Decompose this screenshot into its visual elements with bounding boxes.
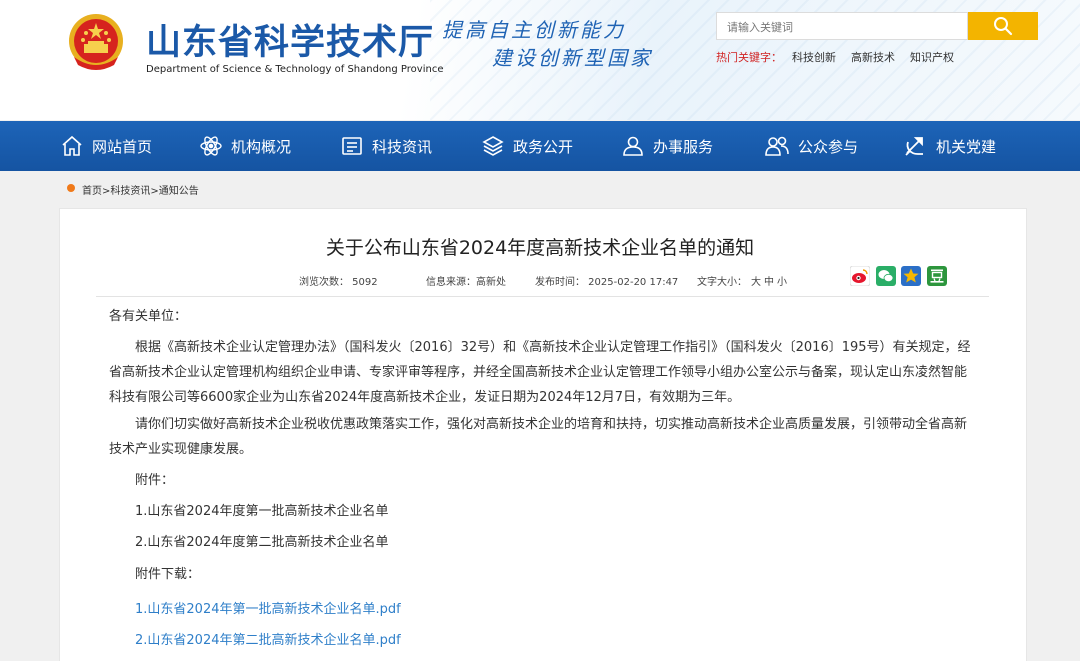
hot-keyword-link[interactable]: 知识产权 bbox=[910, 49, 954, 65]
nav-item-about[interactable]: 机构概况 bbox=[199, 121, 291, 171]
hot-keyword-link[interactable]: 高新技术 bbox=[851, 49, 895, 65]
breadcrumb[interactable]: 首页>科技资讯>通知公告 bbox=[82, 182, 199, 197]
search-input[interactable]: 请输入关键词 bbox=[716, 12, 968, 40]
nav-item-label: 政务公开 bbox=[513, 137, 574, 156]
breadcrumb-dot-icon bbox=[67, 184, 75, 192]
download-link-batch-1[interactable]: 1.山东省2024年第一批高新技术企业名单.pdf bbox=[135, 598, 401, 617]
article-title: 关于公布山东省2024年度高新技术企业名单的通知 bbox=[325, 237, 755, 259]
nav-item-home[interactable]: 网站首页 bbox=[60, 121, 152, 171]
nav-item-news[interactable]: 科技资讯 bbox=[340, 121, 432, 171]
national-emblem-icon bbox=[69, 14, 123, 70]
search-button[interactable] bbox=[968, 12, 1038, 40]
nav-item-label: 机构概况 bbox=[231, 137, 292, 156]
party-emblem-icon bbox=[905, 137, 923, 156]
hot-keywords-label: 热门关键字： bbox=[716, 51, 782, 64]
wechat-icon[interactable] bbox=[876, 266, 896, 286]
nav-item-public[interactable]: 公众参与 bbox=[764, 121, 858, 171]
nav-item-label: 网站首页 bbox=[92, 137, 153, 156]
slogan-line-1: 提高自主创新能力 bbox=[442, 18, 626, 42]
atom-icon bbox=[200, 136, 222, 156]
nav-item-services[interactable]: 办事服务 bbox=[621, 121, 713, 171]
font-size-label: 文字大小： bbox=[697, 277, 747, 288]
salutation: 各有关单位： bbox=[109, 309, 188, 324]
body-paragraph-2: 请你们切实做好高新技术企业税收优惠政策落实工作，强化对高新技术企业的培育和扶持，… bbox=[109, 417, 968, 457]
attachment-item: 2.山东省2024年度第二批高新技术企业名单 bbox=[135, 535, 389, 550]
people-icon bbox=[765, 136, 789, 156]
slogan-line-2: 建设创新型国家 bbox=[492, 46, 653, 70]
main-nav: 网站首页 机构概况 科技资讯 政务公开 办事服务 公众参与 机关党建 bbox=[0, 121, 1080, 171]
weibo-icon[interactable] bbox=[850, 266, 870, 286]
attachments-label: 附件： bbox=[135, 473, 175, 488]
font-size-medium-button[interactable]: 中 bbox=[764, 273, 774, 288]
site-title: 山东省科学技术厅 bbox=[146, 23, 435, 63]
news-icon bbox=[342, 137, 362, 155]
search-icon bbox=[994, 17, 1013, 36]
body-paragraph-1: 根据《高新技术企业认定管理办法》（国科发火〔2016〕32号）和《高新技术企业认… bbox=[109, 340, 971, 405]
nav-item-label: 办事服务 bbox=[653, 137, 714, 156]
nav-item-gov-affairs[interactable]: 政务公开 bbox=[481, 121, 573, 171]
view-count: 浏览次数： 5092 bbox=[299, 277, 378, 288]
nav-item-party[interactable]: 机关党建 bbox=[902, 121, 996, 171]
nav-item-label: 机关党建 bbox=[936, 137, 997, 156]
layers-icon bbox=[482, 136, 504, 156]
nav-item-label: 公众参与 bbox=[798, 137, 859, 156]
font-size-large-button[interactable]: 大 bbox=[751, 273, 761, 288]
hot-keyword-link[interactable]: 科技创新 bbox=[792, 49, 836, 65]
home-icon bbox=[62, 135, 82, 156]
nav-item-label: 科技资讯 bbox=[372, 137, 433, 156]
site-header: 山东省科学技术厅 Department of Science & Technol… bbox=[0, 0, 1080, 120]
attachment-item: 1.山东省2024年度第一批高新技术企业名单 bbox=[135, 504, 389, 519]
downloads-label: 附件下载： bbox=[135, 567, 201, 582]
qzone-star-icon[interactable] bbox=[901, 266, 921, 286]
service-user-icon bbox=[623, 136, 643, 156]
publish-time: 发布时间： 2025-02-20 17:47 bbox=[535, 277, 679, 288]
douban-icon[interactable] bbox=[927, 266, 947, 286]
article-divider bbox=[96, 296, 989, 297]
download-link-batch-2[interactable]: 2.山东省2024年第二批高新技术企业名单.pdf bbox=[135, 629, 401, 648]
font-size-small-button[interactable]: 小 bbox=[777, 273, 787, 288]
info-source: 信息来源：高新处 bbox=[426, 277, 506, 288]
site-subtitle: Department of Science & Technology of Sh… bbox=[146, 64, 444, 75]
